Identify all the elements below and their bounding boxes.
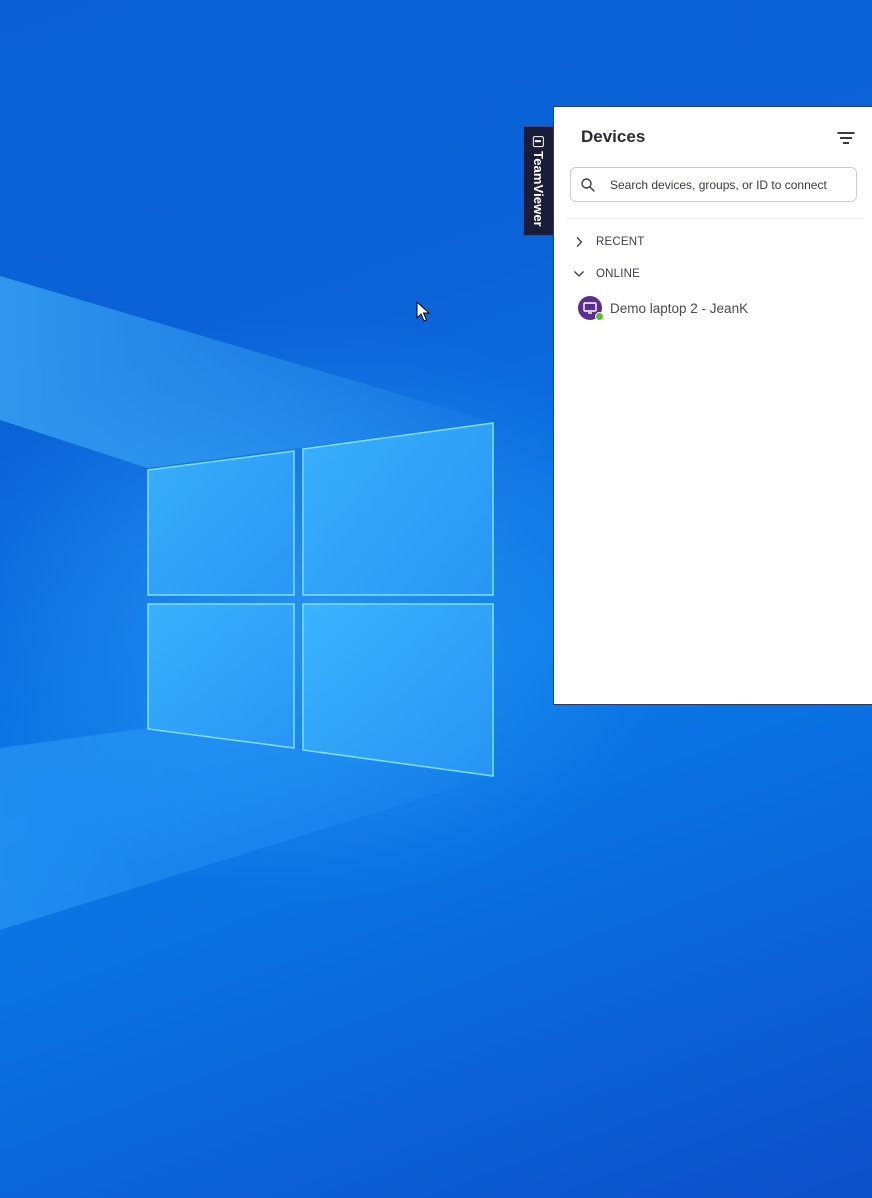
monitor-icon xyxy=(583,302,597,314)
section-recent[interactable]: RECENT xyxy=(573,232,644,252)
search-input[interactable] xyxy=(610,177,845,192)
mouse-cursor-icon xyxy=(416,301,430,322)
section-label: RECENT xyxy=(596,236,645,248)
device-item[interactable]: Demo laptop 2 - JeanK xyxy=(578,295,748,321)
teamviewer-sidebar-tab[interactable]: TeamViewer xyxy=(523,126,553,236)
teamviewer-brand-label: TeamViewer xyxy=(531,150,546,227)
section-label: ONLINE xyxy=(596,268,641,280)
search-icon xyxy=(581,177,595,192)
teamviewer-logo-icon xyxy=(533,135,544,147)
divider xyxy=(566,218,864,219)
panel-title: Devices xyxy=(581,127,646,146)
devices-panel: Devices RECENT ONLINE Dem xyxy=(553,106,872,705)
section-online[interactable]: ONLINE xyxy=(573,264,640,284)
filter-icon[interactable] xyxy=(836,129,856,147)
chevron-right-icon xyxy=(576,237,583,247)
chevron-down-icon xyxy=(574,271,584,277)
search-box xyxy=(570,167,857,202)
online-status-dot xyxy=(595,312,604,321)
device-name: Demo laptop 2 - JeanK xyxy=(610,300,749,316)
device-avatar xyxy=(578,296,604,321)
